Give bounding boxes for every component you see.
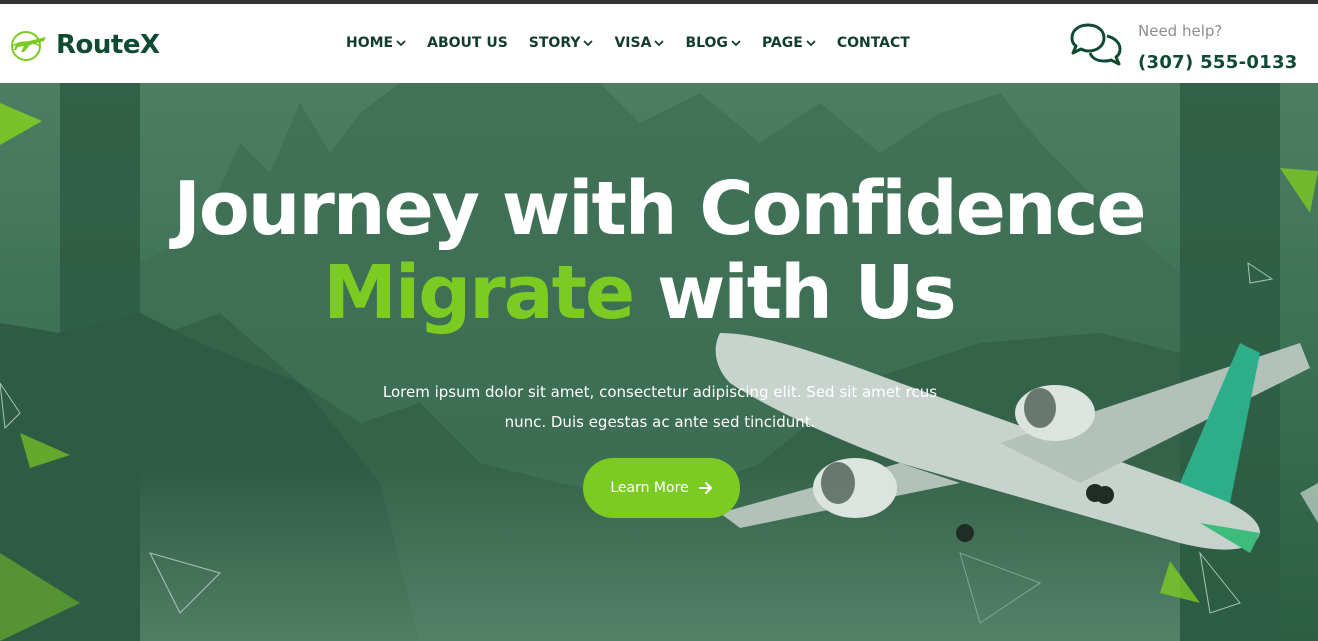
hero-title-line-1: Journey with Confidence [173, 166, 1146, 252]
nav-item-contact[interactable]: CONTACT [837, 35, 910, 51]
chevron-down-icon [806, 40, 816, 47]
nav-label: BLOG [685, 35, 728, 51]
chevron-down-icon [583, 40, 594, 47]
help-contact: Need help? (307) 555-0133 [1068, 18, 1308, 82]
logo[interactable]: RouteX [8, 28, 160, 62]
hero-title-line-2: Migrate with Us [0, 253, 1318, 333]
hero-title-accent: Migrate [323, 250, 635, 336]
nav-label: VISA [614, 35, 652, 51]
nav-item-story[interactable]: STORY [529, 35, 594, 51]
nav-label: ABOUT US [427, 35, 508, 51]
learn-more-label: Learn More [610, 480, 689, 496]
plane-globe-icon [11, 31, 46, 61]
nav-label: CONTACT [836, 35, 910, 51]
nav-label: HOME [346, 35, 394, 51]
nav-item-visa[interactable]: VISA [614, 35, 665, 51]
hero-title-rest: with Us [633, 250, 957, 336]
help-label: Need help? [1138, 22, 1223, 40]
chevron-down-icon [654, 40, 665, 47]
nav-label: PAGE [761, 35, 803, 51]
nav-item-about-us[interactable]: ABOUT US [427, 35, 508, 51]
chat-bubbles-icon [1070, 23, 1122, 66]
hero-banner: Journey with Confidence Migrate with Us … [0, 83, 1318, 641]
chevron-down-icon [396, 40, 406, 47]
main-nav: HOME ABOUT US STORY VISA BLOG PAGE CONTA… [346, 35, 931, 51]
hero-description: Lorem ipsum dolor sit amet, consectetur … [382, 383, 938, 431]
nav-item-blog[interactable]: BLOG [685, 35, 741, 51]
brand-name: RouteX [56, 30, 160, 60]
nav-label: STORY [528, 35, 581, 51]
site-header: RouteX HOME ABOUT US STORY VISA BLOG PAG… [0, 4, 1318, 83]
learn-more-button[interactable]: Learn More [583, 458, 740, 518]
nav-item-home[interactable]: HOME [346, 35, 406, 51]
chevron-down-icon [731, 40, 741, 47]
arrow-right-icon [698, 482, 712, 494]
nav-item-page[interactable]: PAGE [762, 35, 816, 51]
help-phone-number[interactable]: (307) 555-0133 [1138, 52, 1298, 73]
